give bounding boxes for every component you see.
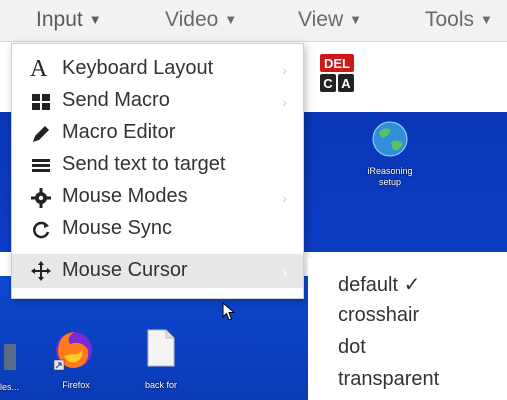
menu-view-label: View <box>298 8 344 31</box>
menu-item-label: Macro Editor <box>62 121 176 143</box>
lines-icon <box>32 159 50 172</box>
submenu-arrow-icon: › <box>282 62 287 78</box>
submenu-arrow-icon: › <box>282 190 287 206</box>
desktop-icon-ireasoning[interactable]: iReasoning setup <box>353 118 427 208</box>
partial-icon <box>4 344 16 370</box>
file-icon <box>147 329 175 367</box>
desktop-icon-label: iReasoning setup <box>367 166 413 187</box>
input-dropdown-menu: A Keyboard Layout › Send Macro › Macro E… <box>11 43 304 299</box>
desktop-icon-label: les... <box>0 382 20 392</box>
chevron-down-icon: ▼ <box>349 12 363 27</box>
menu-tools[interactable]: Tools ▼ <box>425 8 493 32</box>
menu-item-send-text[interactable]: Send text to target <box>12 150 303 182</box>
menu-item-keyboard-layout[interactable]: A Keyboard Layout › <box>12 54 303 86</box>
menu-view[interactable]: View ▼ <box>298 8 362 32</box>
menu-item-label: Send text to target <box>62 153 226 175</box>
desktop-icon-label: back for <box>144 380 177 390</box>
menu-item-label: Mouse Modes <box>62 185 188 207</box>
globe-icon <box>372 121 408 157</box>
mouse-pointer-icon <box>222 302 236 321</box>
mouse-cursor-submenu: default ✓ crosshair dot transparent <box>308 258 507 400</box>
menu-item-send-macro[interactable]: Send Macro › <box>12 86 303 118</box>
a-key-text: A <box>341 76 351 91</box>
ctrl-alt-del-icon[interactable]: DEL C A <box>318 52 356 94</box>
chevron-down-icon: ▼ <box>480 12 493 27</box>
c-key-text: C <box>323 76 333 91</box>
menubar: Input ▼ Video ▼ View ▼ Tools ▼ <box>0 0 507 42</box>
menu-item-label: Send Macro <box>62 89 170 111</box>
firefox-icon <box>53 332 92 371</box>
submenu-arrow-icon: › <box>282 264 287 280</box>
grid-icon <box>32 94 50 110</box>
submenu-arrow-icon: › <box>282 94 287 110</box>
menu-item-macro-editor[interactable]: Macro Editor <box>12 118 303 150</box>
pencil-icon <box>33 126 49 142</box>
submenu-item-default[interactable]: default ✓ <box>338 272 420 297</box>
menu-item-mouse-modes[interactable]: Mouse Modes › <box>12 182 303 214</box>
menu-item-label: Mouse Sync <box>62 217 173 239</box>
desktop-icon-label: Firefox <box>62 380 90 390</box>
menu-item-mouse-cursor[interactable]: Mouse Cursor › <box>12 254 303 288</box>
menu-item-label: Mouse Cursor <box>62 259 188 281</box>
desktop-icon-back-for[interactable]: back for <box>128 322 194 400</box>
menu-tools-label: Tools <box>425 8 475 31</box>
move-icon <box>31 261 51 281</box>
chevron-down-icon: ▼ <box>224 12 238 27</box>
del-key-text: DEL <box>324 56 350 71</box>
menu-input[interactable]: Input ▼ <box>36 8 102 32</box>
menu-video-label: Video <box>165 8 219 31</box>
chevron-down-icon: ▼ <box>88 12 102 27</box>
menu-input-label: Input <box>36 8 83 31</box>
submenu-item-transparent[interactable]: transparent <box>338 368 439 391</box>
menu-item-label: Keyboard Layout <box>62 57 214 79</box>
desktop-icon-partial[interactable]: les... <box>0 330 30 400</box>
submenu-item-dot[interactable]: dot <box>338 336 366 359</box>
desktop-icon-firefox[interactable]: Firefox <box>44 322 108 400</box>
menu-item-mouse-sync[interactable]: Mouse Sync <box>12 214 303 246</box>
gear-icon <box>31 188 51 208</box>
sync-icon <box>33 221 50 239</box>
menu-video[interactable]: Video ▼ <box>165 8 237 32</box>
submenu-item-crosshair[interactable]: crosshair <box>338 304 419 327</box>
letter-a-icon: A <box>30 56 48 82</box>
